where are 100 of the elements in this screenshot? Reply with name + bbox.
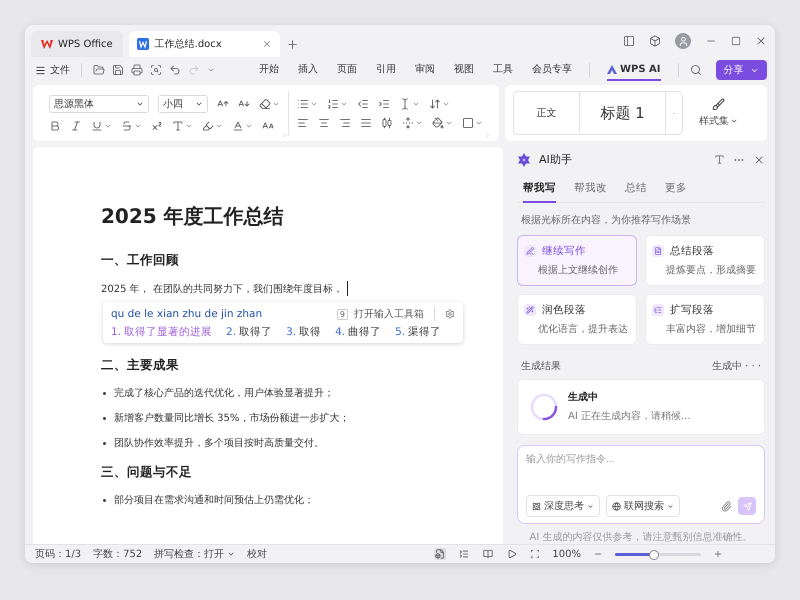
align-right-icon[interactable] — [339, 116, 351, 128]
align-left-icon[interactable] — [297, 116, 309, 128]
option-chip[interactable]: 深度思考 — [526, 495, 600, 517]
writing-scenario-card[interactable]: 润色段落 优化语言，提升表达 — [517, 294, 637, 345]
close-icon[interactable] — [262, 39, 272, 49]
distribute-icon[interactable] — [381, 116, 393, 128]
panel-tab[interactable]: 总结 — [625, 176, 647, 203]
print-preview-icon[interactable] — [150, 64, 162, 76]
ime-candidate[interactable]: 2. 取得了 — [226, 325, 272, 339]
highlighter-icon[interactable] — [202, 120, 214, 132]
share-button[interactable]: 分享 — [716, 60, 767, 80]
character-shading-icon[interactable] — [262, 120, 274, 132]
zoom-in-icon[interactable] — [713, 549, 723, 559]
panel-tab[interactable]: 帮我写 — [523, 176, 556, 203]
font-select[interactable]: 思源黑体 — [49, 94, 149, 112]
user-silhouette-icon — [678, 36, 688, 46]
play-icon[interactable] — [506, 548, 518, 560]
zoom-thumb[interactable] — [648, 550, 659, 560]
bold-icon[interactable] — [49, 120, 61, 132]
panel-title: AI助手 — [539, 152, 573, 168]
caret-icon — [227, 550, 236, 558]
settings-icon[interactable] — [445, 309, 455, 319]
panel-tab[interactable]: 帮我改 — [574, 176, 607, 203]
menu-tab[interactable]: 引用 — [376, 58, 396, 82]
panel-icon[interactable] — [623, 35, 635, 47]
text-layout-icon[interactable] — [399, 98, 411, 110]
new-tab-icon[interactable] — [286, 38, 299, 50]
prompt-input-field[interactable]: 输入你的写作指令... 深度思考 联网搜索 — [517, 444, 765, 524]
ime-candidate[interactable]: 3. 取得 — [286, 325, 322, 339]
decrease-indent-icon[interactable] — [357, 98, 369, 110]
caret-icon — [587, 502, 594, 510]
cube-icon[interactable] — [649, 35, 661, 47]
menu-tab[interactable]: 会员专享 — [532, 58, 572, 82]
clear-format-icon[interactable] — [259, 98, 271, 110]
ime-candidate[interactable]: 1. 取得了显著的进展 — [111, 325, 212, 339]
writing-scenario-card[interactable]: 扩写段落 丰富内容，增加细节 — [645, 294, 765, 345]
bullet-dot — [103, 392, 106, 394]
outline-view-icon — [459, 549, 470, 559]
align-center-icon[interactable] — [318, 116, 330, 128]
document-tab[interactable]: 工作总结.docx — [128, 31, 280, 57]
folder-icon[interactable] — [93, 64, 105, 76]
style-set-button[interactable]: 样式集 — [693, 85, 744, 141]
spell-check-dropdown[interactable]: 拼写检查：打开 — [154, 547, 236, 561]
font-size-select[interactable]: 小四 — [158, 94, 208, 112]
line-spacing-icon[interactable] — [402, 116, 414, 128]
toolbox-link[interactable]: 打开输入工具箱 — [354, 307, 424, 321]
save-icon[interactable] — [112, 64, 124, 76]
text-icon[interactable] — [714, 154, 725, 166]
bullet-text: 团队协作效率提升，多个项目按时高质量交付。 — [114, 436, 324, 450]
maximize-icon[interactable] — [731, 36, 741, 46]
search-icon[interactable] — [690, 64, 702, 76]
document-icon — [652, 244, 664, 257]
caret-icon — [207, 66, 215, 74]
undo-icon[interactable] — [169, 64, 181, 76]
app-tab[interactable]: WPS Office — [31, 31, 123, 57]
menu-tab[interactable]: 页面 — [337, 58, 357, 82]
menu-tab[interactable]: 视图 — [454, 58, 474, 82]
send-icon — [742, 502, 752, 510]
print-icon[interactable] — [131, 64, 143, 76]
menu-tab[interactable]: 工具 — [493, 58, 513, 82]
superscript-icon[interactable] — [151, 120, 163, 132]
border-icon[interactable] — [462, 116, 474, 128]
disclaimer-text: AI 生成的内容仅供参考，请注意甄别信息准确性。 — [528, 530, 754, 544]
reading-view-icon[interactable] — [482, 548, 494, 560]
avatar[interactable] — [675, 33, 691, 49]
increase-indent-icon[interactable] — [378, 98, 390, 110]
ime-candidate[interactable]: 4. 曲得了 — [335, 325, 382, 339]
menu-tab[interactable]: 审阅 — [415, 58, 435, 82]
file-menu[interactable]: 文件 — [35, 63, 70, 77]
font-color-icon[interactable] — [232, 120, 244, 132]
outline-view-icon[interactable] — [458, 548, 470, 560]
menu-tab[interactable]: 插入 — [298, 58, 318, 82]
close-icon[interactable] — [753, 154, 765, 166]
writing-scenario-card[interactable]: 继续写作 根据上文继续创作 — [517, 234, 637, 286]
menu-tab[interactable]: 开始 — [259, 58, 279, 82]
panel-tab[interactable]: 更多 — [665, 176, 687, 203]
writing-scenario-card[interactable]: 总结段落 提炼要点，形成摘要 — [645, 234, 765, 286]
ime-candidate[interactable]: 5. 渠得了 — [395, 325, 442, 339]
italic-icon[interactable] — [70, 120, 82, 132]
sort-icon[interactable] — [429, 98, 441, 110]
close-icon[interactable] — [755, 35, 767, 47]
menu-icon — [35, 64, 46, 76]
underline-icon[interactable] — [91, 120, 103, 132]
justify-icon[interactable] — [360, 116, 372, 128]
section-label: 生成结果 — [521, 360, 561, 373]
section-heading: 三、问题与不足 — [101, 464, 193, 481]
numbered-list-icon[interactable] — [327, 98, 339, 110]
attachment-icon[interactable] — [721, 500, 732, 512]
text-effect-icon[interactable] — [172, 120, 184, 132]
bullet-dot — [103, 442, 106, 444]
decrease-font-icon[interactable] — [238, 98, 250, 110]
increase-font-icon[interactable] — [217, 98, 229, 110]
page-view-icon[interactable] — [434, 548, 446, 560]
shading-icon[interactable] — [432, 116, 444, 128]
option-chip[interactable]: 联网搜索 — [606, 495, 680, 517]
menu-tab[interactable]: WPS AI — [607, 60, 661, 80]
strikethrough-icon[interactable] — [121, 120, 133, 132]
focus-mode-icon[interactable] — [530, 549, 540, 559]
hint-text: 根据光标所在内容，为你推荐写作场景 — [521, 214, 692, 227]
proofread-button[interactable]: 校对 — [247, 547, 268, 561]
